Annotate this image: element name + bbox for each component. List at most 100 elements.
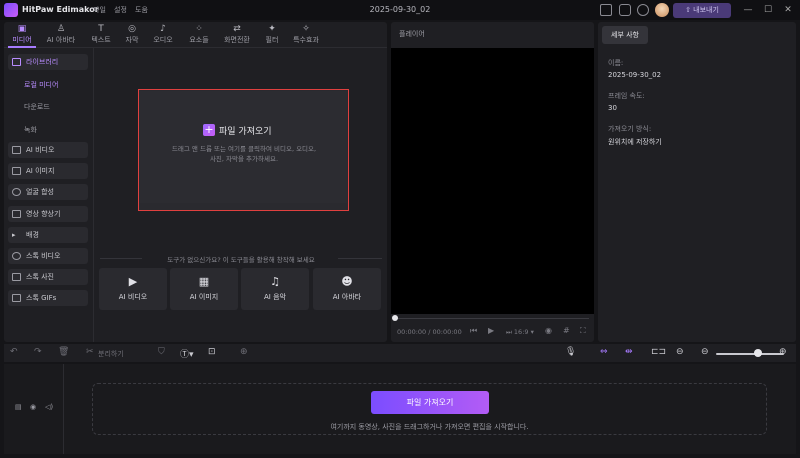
undo-icon[interactable]: ↶ [10,347,18,357]
sidebar-divider [93,48,94,342]
add-icon[interactable]: ⊕ [240,347,248,357]
enhancer-icon [12,210,21,218]
sidebar-label: 스톡 비디오 [26,252,61,260]
sidebar-sub-local-media[interactable]: 로컬 미디어 [24,80,58,90]
sidebar-label: 스톡 GIFs [26,294,57,302]
text-tool-icon[interactable]: Ⓣ▾ [180,347,194,360]
feedback-icon[interactable] [619,4,631,16]
tab-elements[interactable]: ⁘ 요소들 [183,24,215,46]
tool-ai-avatar-button[interactable]: ☻ AI 아바타 [313,268,381,310]
field-import-mode-value: 원위치에 저장하기 [608,138,662,146]
volume-icon[interactable]: ◁) [45,403,53,411]
sidebar-label: 배경 [26,231,39,239]
layout-icon[interactable] [600,4,612,16]
tab-subtitle[interactable]: ◎ 자막 [118,24,146,46]
gift-icon[interactable] [637,4,649,16]
audio-icon: ♪ [160,24,166,34]
tool-ai-music-button[interactable]: ♫ AI 음악 [241,268,309,310]
sidebar-sub-recording[interactable]: 녹화 [24,125,37,135]
avatar-icon: ♙ [56,24,66,34]
zoom-out-icon[interactable]: ⊖ [701,347,709,357]
tab-audio[interactable]: ♪ 오디오 [148,24,178,46]
playback-scrubber[interactable] [395,318,589,319]
tool-label: AI 음악 [264,293,286,301]
tab-effects[interactable]: ✧ 특수효과 [289,24,323,46]
close-icon[interactable]: ✕ [783,5,793,15]
field-import-mode-label: 가져오기 방식: [608,125,652,133]
fullscreen-icon[interactable]: ⛶ [580,326,586,336]
sidebar-label: AI 비디오 [26,146,55,154]
tab-transition[interactable]: ⇄ 화면전환 [219,24,255,46]
tab-text[interactable]: T 텍스트 [86,24,116,46]
tab-filter[interactable]: ✦ 필터 [260,24,284,46]
sidebar-item-face-swap[interactable]: 얼굴 합성 [8,184,88,200]
sidebar-library[interactable]: 라이브러리 [8,54,88,70]
maximize-icon[interactable]: ☐ [763,5,773,15]
sidebar-label: 라이브러리 [26,58,59,66]
track-icon[interactable]: ⊏⊐ [651,347,666,357]
fit-icon[interactable]: ⊖ [676,347,684,357]
aspect-ratio-selector[interactable]: ⏭ 16:9 ▾ [506,328,534,337]
play-icon[interactable]: ▶ [488,326,494,335]
crop-icon[interactable]: ⊡ [208,347,216,357]
redo-icon[interactable]: ↷ [34,347,42,357]
tab-details[interactable]: 세부 사항 [602,26,648,44]
video-preview[interactable] [391,48,594,314]
import-description: 드래그 앤 드롭 또는 여기를 클릭하여 비디오, 오디오, 사진, 자막을 추가… [143,144,345,164]
face-icon [12,188,21,196]
tool-label: AI 아바타 [332,293,362,301]
link-icon[interactable]: ⇹ [625,347,633,357]
sidebar-item-ai-video[interactable]: AI 비디오 [8,142,88,158]
sidebar-item-stock-video[interactable]: 스톡 비디오 [8,248,88,264]
transition-icon: ⇄ [233,24,241,34]
tab-label: 필터 [265,36,279,44]
scrubber-handle[interactable] [392,315,398,321]
zoom-in-icon[interactable]: ⊕ [779,347,787,357]
previous-frame-icon[interactable]: ⏮ [470,326,477,336]
export-button[interactable]: ⇧ 내보내기 [673,3,731,18]
details-panel [598,22,796,342]
sidebar-item-ai-image[interactable]: AI 이미지 [8,163,88,179]
stock-video-icon [12,252,21,260]
next-frame-icon: ⏭ [506,328,514,336]
user-avatar[interactable] [655,3,669,17]
snapshot-icon[interactable]: ◉ [545,326,552,335]
sidebar-item-enhancer[interactable]: 영상 향상기 [8,206,88,222]
export-label: 내보내기 [693,6,719,14]
delete-icon[interactable]: 🗑 [58,347,69,357]
split-label[interactable]: 분리하기 [98,349,124,359]
tool-label: AI 이미지 [189,293,219,301]
minimize-icon[interactable]: — [743,5,753,15]
sidebar-sub-download[interactable]: 다운로드 [24,102,50,112]
timeline-import-button[interactable]: 파일 가져오기 [371,391,489,414]
zoom-slider[interactable] [716,353,784,355]
tool-ai-video-button[interactable]: ▶ AI 비디오 [99,268,167,310]
split-icon[interactable]: ✂ [86,347,94,357]
tab-ai-avatar[interactable]: ♙ AI 아바타 [41,24,81,46]
folder-icon [12,58,21,66]
tab-media[interactable]: ▣ 미디어 [6,24,38,48]
sidebar-item-stock-gifs[interactable]: 스톡 GIFs [8,290,88,306]
track-lock-icon[interactable]: ▤ [15,403,22,411]
timecode: 00:00:00 / 00:00:00 [397,328,462,336]
microphone-icon[interactable]: 🎙 [565,347,576,357]
plus-icon[interactable]: + [203,124,215,136]
tool-ai-image-button[interactable]: ▦ AI 이미지 [170,268,238,310]
export-icon: ⇧ [685,6,694,14]
ai-avatar-icon: ☻ [341,275,353,288]
tools-hint: 도구가 없으신가요? 이 도구들을 활용해 창작해 보세요 [167,256,315,264]
ai-video-icon: ▶ [128,275,138,288]
sidebar-item-stock-photo[interactable]: 스톡 사진 [8,269,88,285]
sidebar-label: 영상 향상기 [26,210,61,218]
import-file-label[interactable]: 파일 가져오기 [219,124,272,137]
sidebar-item-background[interactable]: ▸ 배경 [8,227,88,243]
zoom-slider-handle[interactable] [754,349,762,357]
magnet-icon[interactable]: ⇔ [600,347,608,357]
chevron-right-icon: ▸ [12,231,16,239]
visibility-icon[interactable]: ◉ [30,403,36,411]
stock-photo-icon [12,273,21,281]
media-icon: ▣ [17,24,27,34]
grid-icon[interactable]: # [563,326,570,335]
marker-icon[interactable]: ⛉ [158,347,165,357]
ai-image-icon: ▦ [198,275,210,288]
